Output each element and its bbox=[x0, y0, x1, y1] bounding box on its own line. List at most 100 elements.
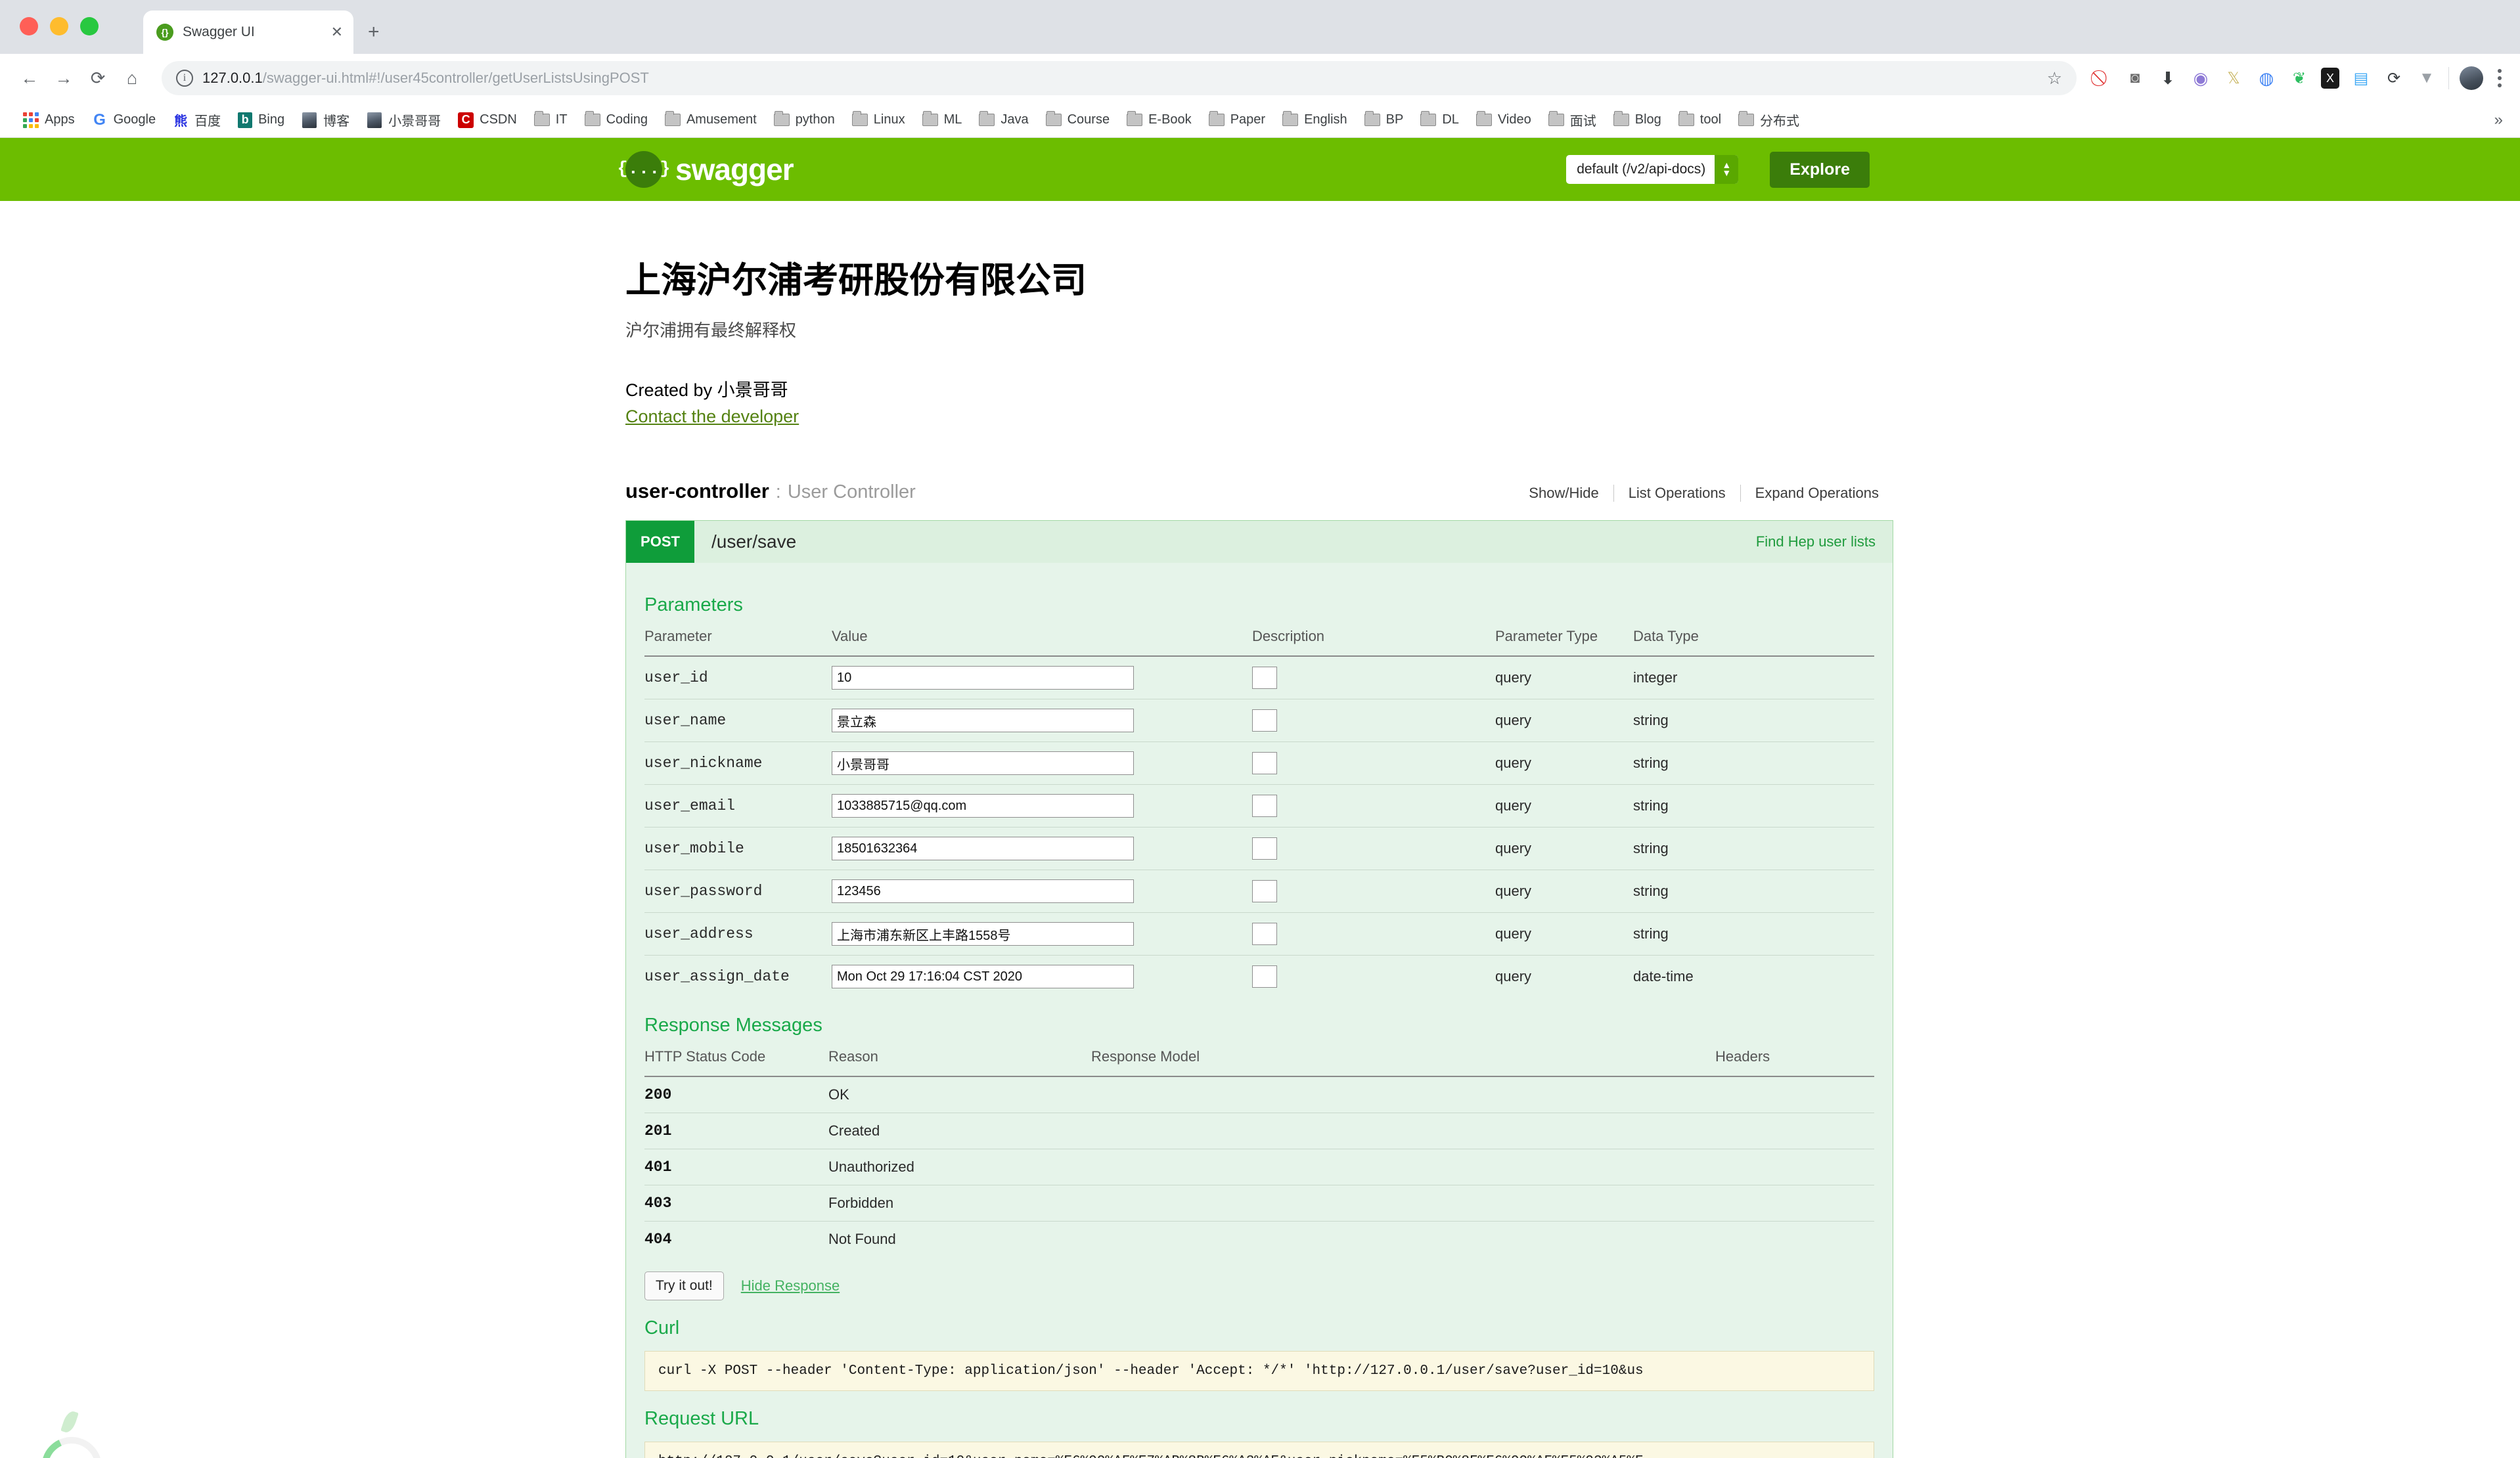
bookmark-tool[interactable]: tool bbox=[1670, 107, 1730, 133]
bookmark-course[interactable]: Course bbox=[1037, 107, 1118, 133]
try-it-out-button[interactable]: Try it out! bbox=[644, 1271, 724, 1300]
google-ring-icon[interactable]: ◍ bbox=[2255, 67, 2278, 89]
bookmark-video[interactable]: Video bbox=[1468, 107, 1540, 133]
video-reel-icon[interactable]: ◙ bbox=[2124, 67, 2146, 89]
minimize-window-button[interactable] bbox=[50, 17, 68, 35]
response-reason: Created bbox=[828, 1113, 1091, 1149]
close-window-button[interactable] bbox=[20, 17, 38, 35]
bookmark-dl[interactable]: DL bbox=[1412, 107, 1468, 133]
param-description-input[interactable] bbox=[1252, 667, 1277, 689]
expand-operations-link[interactable]: Expand Operations bbox=[1740, 485, 1893, 502]
bird-circle-icon[interactable]: ◉ bbox=[2190, 67, 2212, 89]
bookmark-java[interactable]: Java bbox=[970, 107, 1037, 133]
param-name: user_address bbox=[644, 912, 832, 956]
hide-response-link[interactable]: Hide Response bbox=[741, 1277, 840, 1294]
param-description-input[interactable] bbox=[1252, 965, 1277, 988]
sync-icon[interactable]: ⟳ bbox=[2383, 67, 2405, 89]
bookmark-blog2[interactable]: Blog bbox=[1605, 107, 1670, 133]
bookmark-linux[interactable]: Linux bbox=[844, 107, 914, 133]
bookmark-apps[interactable]: Apps bbox=[14, 107, 83, 133]
site-info-icon[interactable]: i bbox=[176, 70, 193, 87]
vue-icon[interactable]: ▼ bbox=[2416, 67, 2438, 89]
bookmark-blog[interactable]: 博客 bbox=[293, 107, 358, 133]
download-icon[interactable]: ⬇ bbox=[2157, 67, 2179, 89]
maximize-window-button[interactable] bbox=[80, 17, 99, 35]
bookmark-ebook[interactable]: E-Book bbox=[1118, 107, 1200, 133]
back-icon[interactable]: ← bbox=[14, 63, 45, 93]
swagger-logo-icon: {...} bbox=[618, 151, 671, 188]
bookmark-google[interactable]: G Google bbox=[83, 107, 165, 133]
evernote-icon[interactable]: ❦ bbox=[2288, 67, 2310, 89]
curl-code-block[interactable]: curl -X POST --header 'Content-Type: app… bbox=[644, 1351, 1874, 1391]
close-tab-icon[interactable]: ✕ bbox=[331, 24, 343, 41]
operation-summary[interactable]: Find Hep user lists bbox=[1756, 533, 1876, 550]
folder-icon bbox=[851, 111, 868, 128]
bookmark-star-icon[interactable]: ☆ bbox=[2047, 68, 2062, 89]
table-row: user_name query string bbox=[644, 699, 1874, 742]
bookmark-xiaojinggege[interactable]: 小景哥哥 bbox=[358, 107, 449, 133]
bookmark-it[interactable]: IT bbox=[526, 107, 576, 133]
bookmark-mianshi[interactable]: 面试 bbox=[1540, 107, 1605, 133]
window-controls[interactable] bbox=[20, 17, 99, 35]
response-model bbox=[1091, 1185, 1715, 1222]
bookmark-english[interactable]: English bbox=[1274, 107, 1356, 133]
bookmark-amusement[interactable]: Amusement bbox=[656, 107, 765, 133]
param-description-input[interactable] bbox=[1252, 709, 1277, 732]
param-description-input[interactable] bbox=[1252, 923, 1277, 945]
forward-icon[interactable]: → bbox=[49, 63, 79, 93]
bookmark-baidu[interactable]: 熊 百度 bbox=[164, 107, 229, 133]
chevron-updown-icon[interactable]: ▲ ▼ bbox=[1715, 155, 1739, 184]
swagger-brand[interactable]: {...} swagger bbox=[618, 151, 794, 188]
bookmark-bp[interactable]: BP bbox=[1356, 107, 1412, 133]
param-value-input[interactable] bbox=[832, 837, 1134, 860]
bookmark-fenbushi[interactable]: 分布式 bbox=[1730, 107, 1808, 133]
bookmark-paper[interactable]: Paper bbox=[1200, 107, 1274, 133]
param-name: user_password bbox=[644, 870, 832, 913]
bookmark-coding[interactable]: Coding bbox=[576, 107, 656, 133]
avatar[interactable] bbox=[2460, 66, 2483, 90]
home-icon[interactable]: ⌂ bbox=[117, 63, 147, 93]
flash-blocker-icon[interactable]: ⃠ bbox=[2091, 67, 2113, 89]
browser-menu-icon[interactable] bbox=[2494, 69, 2506, 87]
browser-tab[interactable]: {} Swagger UI ✕ bbox=[143, 11, 353, 54]
param-value-input[interactable] bbox=[832, 751, 1134, 775]
list-operations-link[interactable]: List Operations bbox=[1613, 485, 1740, 502]
bookmark-label: Course bbox=[1067, 112, 1110, 127]
operation-header[interactable]: POST /user/save Find Hep user lists bbox=[626, 521, 1893, 563]
folder-icon bbox=[1738, 111, 1755, 128]
param-description-input[interactable] bbox=[1252, 795, 1277, 817]
address-bar[interactable]: i 127.0.0.1/swagger-ui.html#!/user45cont… bbox=[162, 61, 2077, 95]
new-tab-button[interactable]: + bbox=[368, 21, 380, 43]
api-spec-select[interactable]: default (/v2/api-docs) ▲ ▼ bbox=[1566, 155, 1739, 184]
bookmarks-overflow-icon[interactable]: » bbox=[2494, 111, 2506, 129]
param-description-input[interactable] bbox=[1252, 837, 1277, 860]
parameters-table: Parameter Value Description Parameter Ty… bbox=[644, 628, 1874, 998]
param-value-input[interactable] bbox=[832, 709, 1134, 732]
param-type: query bbox=[1495, 699, 1633, 742]
param-value-cell bbox=[832, 741, 1252, 785]
contact-developer-link[interactable]: Contact the developer bbox=[625, 407, 799, 427]
param-description-input[interactable] bbox=[1252, 880, 1277, 902]
x-letter-icon[interactable]: 𝕏 bbox=[2222, 67, 2245, 89]
explore-button[interactable]: Explore bbox=[1770, 151, 1870, 188]
param-data-type: string bbox=[1633, 870, 1874, 913]
param-description-input[interactable] bbox=[1252, 752, 1277, 774]
reload-icon[interactable]: ⟳ bbox=[83, 63, 113, 93]
param-value-input[interactable] bbox=[832, 965, 1134, 988]
param-value-input[interactable] bbox=[832, 794, 1134, 818]
bookmark-python[interactable]: python bbox=[765, 107, 844, 133]
bookmark-ml[interactable]: ML bbox=[914, 107, 971, 133]
folder-icon bbox=[664, 111, 681, 128]
param-type: query bbox=[1495, 784, 1633, 828]
bookmark-bing[interactable]: b Bing bbox=[229, 107, 293, 133]
resource-name[interactable]: user-controller bbox=[625, 479, 769, 503]
bookmark-label: tool bbox=[1699, 112, 1722, 127]
param-value-input[interactable] bbox=[832, 666, 1134, 690]
bookmark-csdn[interactable]: C CSDN bbox=[449, 107, 526, 133]
param-value-input[interactable] bbox=[832, 922, 1134, 946]
request-url-code-block[interactable]: http://127.0.0.1/user/save?user_id=10&us… bbox=[644, 1442, 1874, 1458]
show-hide-link[interactable]: Show/Hide bbox=[1514, 485, 1613, 502]
x-app-icon[interactable]: X bbox=[2321, 68, 2339, 89]
notes-icon[interactable]: ▤ bbox=[2350, 67, 2372, 89]
param-value-input[interactable] bbox=[832, 879, 1134, 903]
